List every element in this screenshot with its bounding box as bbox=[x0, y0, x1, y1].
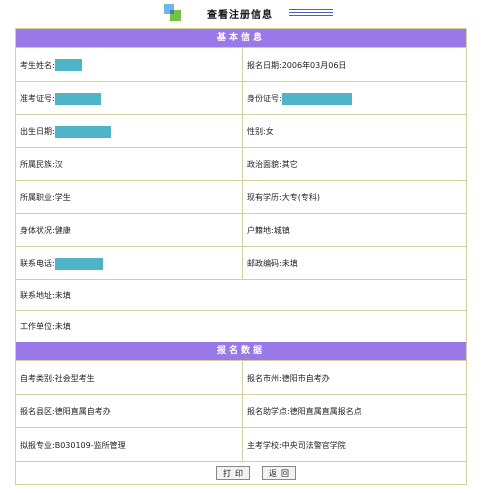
health-cell: 身体状况: 健康 bbox=[16, 214, 242, 247]
work-cell: 工作单位: 未填 bbox=[16, 311, 466, 342]
county-value: 德阳直属自考办 bbox=[54, 407, 111, 416]
school-value: 中央司法警官学院 bbox=[281, 440, 346, 450]
hukou-cell: 户籍地: 城镇 bbox=[242, 214, 466, 247]
section-registration-header: 报名数据 bbox=[16, 342, 466, 360]
phone-cell: 联系电话: bbox=[16, 247, 242, 280]
app-logo-icon bbox=[164, 4, 181, 21]
table-row: 所属职业: 学生 现有学历: 大专(专科) bbox=[16, 180, 466, 214]
phone-redacted bbox=[54, 257, 103, 270]
health-value: 健康 bbox=[54, 226, 71, 235]
page-title: 查看注册信息 bbox=[207, 10, 273, 21]
category-cell: 自考类别: 社会型考生 bbox=[16, 361, 242, 395]
gender-label: 性别: bbox=[247, 127, 266, 136]
ticket-label: 准考证号: bbox=[20, 94, 55, 103]
political-value: 其它 bbox=[281, 160, 298, 169]
address-label: 联系地址: bbox=[20, 291, 55, 300]
id-redacted bbox=[281, 92, 352, 105]
major-value: B030109-监所管理 bbox=[54, 440, 126, 450]
job-value: 学生 bbox=[54, 193, 71, 202]
category-label: 自考类别: bbox=[20, 373, 55, 383]
id-cell: 身份证号: bbox=[242, 82, 466, 115]
work-value: 未填 bbox=[54, 322, 71, 331]
hukou-label: 户籍地: bbox=[247, 226, 274, 235]
registration-info-panel: 基本信息 考生姓名: 报名日期: 2006年03月06日 准考证号: 身份证号:… bbox=[15, 28, 467, 485]
table-row: 出生日期: 性别: 女 bbox=[16, 114, 466, 148]
reg-date-cell: 报名日期: 2006年03月06日 bbox=[242, 48, 466, 82]
zip-value: 未填 bbox=[281, 259, 298, 268]
table-row: 联系地址: 未填 bbox=[16, 279, 466, 311]
birth-redacted bbox=[54, 125, 111, 138]
reg-date-value: 2006年03月06日 bbox=[281, 60, 347, 70]
point-value: 德阳直属直属报名点 bbox=[289, 407, 362, 416]
political-label: 政治面貌: bbox=[247, 160, 282, 169]
ticket-cell: 准考证号: bbox=[16, 82, 242, 115]
table-row: 所属民族: 汉 政治面貌: 其它 bbox=[16, 147, 466, 181]
address-cell: 联系地址: 未填 bbox=[16, 280, 466, 311]
job-cell: 所属职业: 学生 bbox=[16, 181, 242, 214]
zip-cell: 邮政编码: 未填 bbox=[242, 247, 466, 280]
id-label: 身份证号: bbox=[247, 94, 282, 103]
name-cell: 考生姓名: bbox=[16, 48, 242, 82]
ethnic-label: 所属民族: bbox=[20, 160, 55, 169]
city-value: 德阳市自考办 bbox=[281, 373, 330, 383]
city-label: 报名市州: bbox=[247, 373, 282, 383]
page-header: 查看注册信息 bbox=[0, 0, 483, 28]
ethnic-cell: 所属民族: 汉 bbox=[16, 148, 242, 181]
category-value: 社会型考生 bbox=[54, 373, 95, 383]
health-label: 身体状况: bbox=[20, 226, 55, 235]
zip-label: 邮政编码: bbox=[247, 259, 282, 268]
title-decoration bbox=[289, 9, 333, 18]
hukou-value: 城镇 bbox=[273, 226, 290, 235]
county-label: 报名县区: bbox=[20, 407, 55, 416]
table-row: 联系电话: 邮政编码: 未填 bbox=[16, 246, 466, 280]
birth-label: 出生日期: bbox=[20, 127, 55, 136]
point-label: 报名助学点: bbox=[247, 407, 290, 416]
table-row: 准考证号: 身份证号: bbox=[16, 81, 466, 115]
table-row: 拟报专业: B030109-监所管理 主考学校: 中央司法警官学院 bbox=[16, 427, 466, 462]
button-bar: 打印 返回 bbox=[16, 461, 466, 484]
political-cell: 政治面貌: 其它 bbox=[242, 148, 466, 181]
edu-value: 大专(专科) bbox=[281, 193, 320, 202]
table-row: 身体状况: 健康 户籍地: 城镇 bbox=[16, 213, 466, 247]
name-label: 考生姓名: bbox=[20, 60, 55, 70]
section-basic-info-header: 基本信息 bbox=[16, 29, 466, 47]
phone-label: 联系电话: bbox=[20, 259, 55, 268]
table-row: 工作单位: 未填 bbox=[16, 310, 466, 342]
birth-cell: 出生日期: bbox=[16, 115, 242, 148]
school-cell: 主考学校: 中央司法警官学院 bbox=[242, 428, 466, 462]
table-row: 报名县区: 德阳直属自考办 报名助学点: 德阳直属直属报名点 bbox=[16, 394, 466, 428]
major-cell: 拟报专业: B030109-监所管理 bbox=[16, 428, 242, 462]
job-label: 所属职业: bbox=[20, 193, 55, 202]
major-label: 拟报专业: bbox=[20, 440, 55, 450]
back-button[interactable]: 返回 bbox=[262, 466, 296, 480]
work-label: 工作单位: bbox=[20, 322, 55, 331]
point-cell: 报名助学点: 德阳直属直属报名点 bbox=[242, 395, 466, 428]
name-redacted bbox=[54, 59, 82, 71]
gender-value: 女 bbox=[265, 127, 274, 136]
edu-cell: 现有学历: 大专(专科) bbox=[242, 181, 466, 214]
edu-label: 现有学历: bbox=[247, 193, 282, 202]
print-button[interactable]: 打印 bbox=[216, 466, 250, 480]
ticket-redacted bbox=[54, 92, 101, 105]
table-row: 自考类别: 社会型考生 报名市州: 德阳市自考办 bbox=[16, 360, 466, 395]
address-value: 未填 bbox=[54, 291, 71, 300]
table-row: 考生姓名: 报名日期: 2006年03月06日 bbox=[16, 47, 466, 82]
school-label: 主考学校: bbox=[247, 440, 282, 450]
reg-date-label: 报名日期: bbox=[247, 60, 282, 70]
county-cell: 报名县区: 德阳直属自考办 bbox=[16, 395, 242, 428]
city-cell: 报名市州: 德阳市自考办 bbox=[242, 361, 466, 395]
gender-cell: 性别: 女 bbox=[242, 115, 466, 148]
ethnic-value: 汉 bbox=[54, 160, 63, 169]
